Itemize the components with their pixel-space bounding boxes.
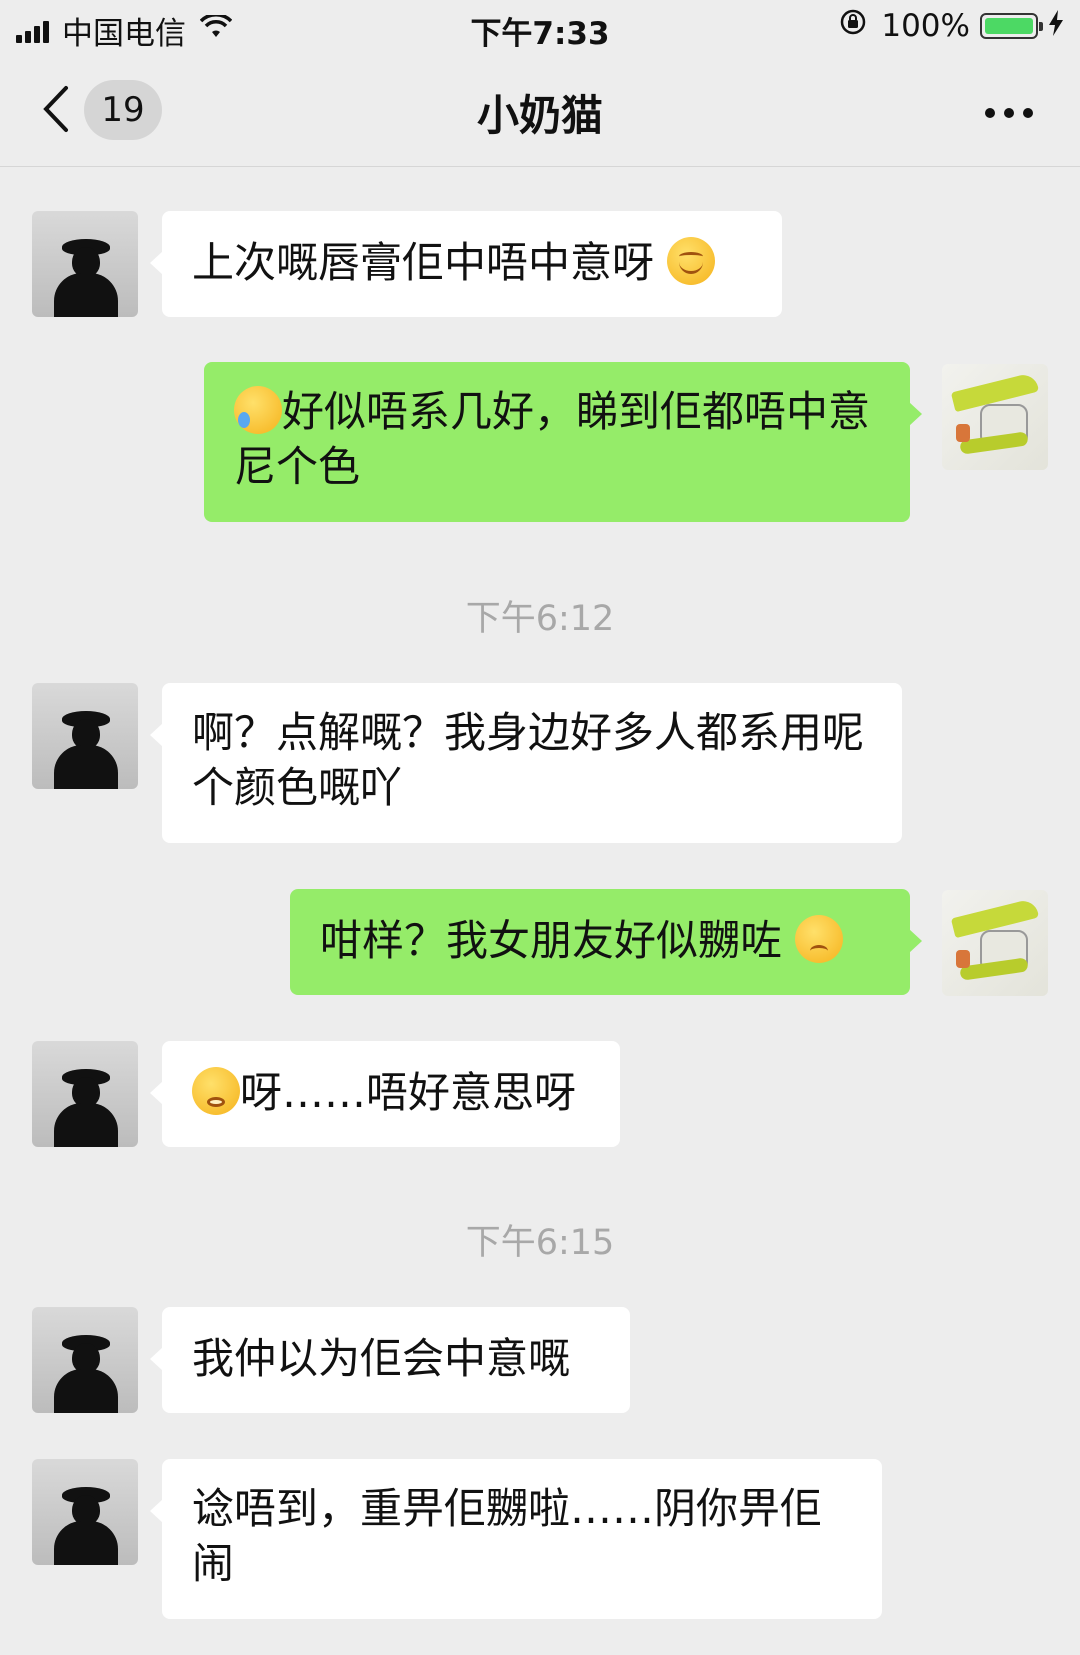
message-text: 上次嘅唇膏佢中唔中意呀 (192, 238, 655, 287)
status-bar: 中国电信 下午7:33 100% (0, 0, 1080, 56)
chat-title: 小奶猫 (476, 91, 603, 140)
contact-avatar[interactable] (32, 1459, 138, 1565)
battery-percent: 100% (881, 8, 970, 44)
message-text: 啊？点解嘅？我身边好多人都系用呢个颜色嘅吖 (192, 708, 865, 812)
chat-nav-bar: 19 小奶猫 (0, 56, 1080, 167)
worried-emoji-icon (192, 1067, 240, 1115)
more-icon[interactable] (974, 86, 1034, 126)
message-bubble-received[interactable]: 谂唔到，重畀佢嬲啦……阴你畀佢闹 (150, 1459, 882, 1619)
my-avatar[interactable] (942, 364, 1048, 470)
cry-laugh-emoji-icon (234, 386, 282, 434)
message-timestamp: 下午6:12 (465, 599, 615, 639)
contact-avatar[interactable] (32, 1307, 138, 1413)
message-bubble-received[interactable]: 我仲以为佢会中意嘅 (150, 1307, 630, 1413)
contact-avatar[interactable] (32, 211, 138, 317)
contact-avatar[interactable] (32, 683, 138, 789)
message-bubble-received[interactable]: 上次嘅唇膏佢中唔中意呀 (150, 211, 782, 317)
message-text: 谂唔到，重畀佢嬲啦……阴你畀佢闹 (192, 1484, 823, 1588)
charging-icon (1048, 8, 1064, 44)
message-text: 我仲以为佢会中意嘅 (192, 1334, 571, 1383)
smile-emoji-icon (667, 237, 716, 285)
rotation-lock-icon (839, 8, 867, 44)
message-text: 好似唔系几好，睇到佢都唔中意尼个色 (234, 387, 871, 491)
message-timestamp: 下午6:15 (465, 1223, 615, 1263)
message-bubble-sent[interactable]: 咁样？我女朋友好似嬲咗 (290, 889, 922, 995)
message-text: 呀……唔好意思呀 (240, 1068, 577, 1117)
message-text: 咁样？我女朋友好似嬲咗 (320, 916, 783, 965)
status-right: 100% (839, 8, 1064, 44)
my-avatar[interactable] (942, 890, 1048, 996)
sad-sweat-emoji-icon (795, 915, 844, 963)
battery-icon (980, 13, 1043, 39)
contact-avatar[interactable] (32, 1041, 138, 1147)
message-bubble-received[interactable]: 啊？点解嘅？我身边好多人都系用呢个颜色嘅吖 (150, 683, 902, 843)
message-bubble-received[interactable]: 呀……唔好意思呀 (150, 1041, 620, 1147)
message-bubble-sent[interactable]: 好似唔系几好，睇到佢都唔中意尼个色 (204, 362, 922, 522)
